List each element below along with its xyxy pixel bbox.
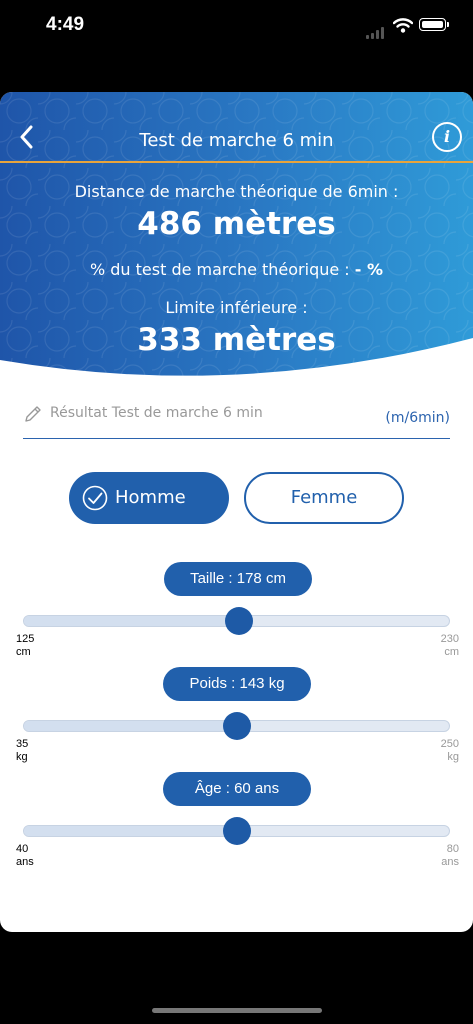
weight-value-pill: Poids : 143 kg (163, 667, 311, 701)
result-unit: (m/6min) (385, 410, 450, 426)
info-icon[interactable]: i (432, 122, 462, 152)
wifi-icon (393, 18, 413, 33)
age-min-unit: ans (16, 856, 34, 868)
age-min: 40 ans (16, 843, 34, 869)
weight-slider-fill (24, 721, 238, 731)
pencil-icon (25, 406, 41, 422)
result-placeholder: Résultat Test de marche 6 min (50, 405, 263, 421)
height-min-value: 125 (16, 633, 35, 645)
male-button[interactable]: Homme (69, 472, 229, 524)
theoretical-distance-label: Distance de marche théorique de 6min : (74, 182, 399, 201)
status-time: 4:49 (46, 14, 85, 35)
male-label: Homme (115, 487, 186, 508)
height-min-unit: cm (16, 646, 31, 658)
height-value-pill: Taille : 178 cm (164, 562, 312, 596)
home-indicator[interactable] (152, 1008, 322, 1013)
theoretical-distance-value: 486 mètres (137, 206, 336, 242)
height-min: 125 cm (16, 633, 34, 659)
age-max: 80 ans (441, 843, 459, 869)
header-accent-line (0, 161, 473, 163)
weight-min-unit: kg (16, 751, 28, 763)
percent-value: - % (354, 260, 384, 279)
header-curve (0, 338, 473, 398)
weight-min: 35 kg (16, 738, 28, 764)
lower-limit-label: Limite inférieure : (165, 298, 308, 317)
age-slider-fill (24, 826, 237, 836)
percent-label: % du test de marche théorique : (89, 260, 355, 279)
page-title: Test de marche 6 min (139, 130, 334, 151)
age-min-value: 40 (16, 843, 29, 855)
height-slider-thumb[interactable] (224, 607, 253, 635)
height-slider-fill (24, 616, 239, 626)
weight-max: 250 kg (441, 738, 459, 764)
height-max: 230 cm (441, 633, 459, 659)
nav-bar: Test de marche 6 min i (0, 112, 473, 164)
weight-max-unit: kg (447, 751, 459, 763)
check-circle-icon (82, 485, 108, 511)
height-max-unit: cm (444, 646, 459, 658)
percent-theoretical: % du test de marche théorique : - % (0, 260, 473, 279)
weight-min-value: 35 (16, 738, 29, 750)
result-input[interactable]: Résultat Test de marche 6 min (m/6min) (23, 396, 450, 439)
battery-icon (419, 18, 449, 31)
age-max-value: 80 (446, 843, 459, 855)
app-screen: Test de marche 6 min i Distance de march… (0, 92, 473, 932)
height-max-value: 230 (440, 633, 459, 645)
female-button[interactable]: Femme (244, 472, 404, 524)
cellular-signal-icon (366, 27, 386, 39)
age-max-unit: ans (441, 856, 459, 868)
header-panel: Test de marche 6 min i Distance de march… (0, 92, 473, 398)
status-bar: 4:49 (0, 0, 473, 52)
weight-max-value: 250 (440, 738, 459, 750)
age-slider-thumb[interactable] (222, 817, 251, 845)
age-value-pill: Âge : 60 ans (163, 772, 311, 806)
weight-slider-thumb[interactable] (223, 712, 252, 740)
